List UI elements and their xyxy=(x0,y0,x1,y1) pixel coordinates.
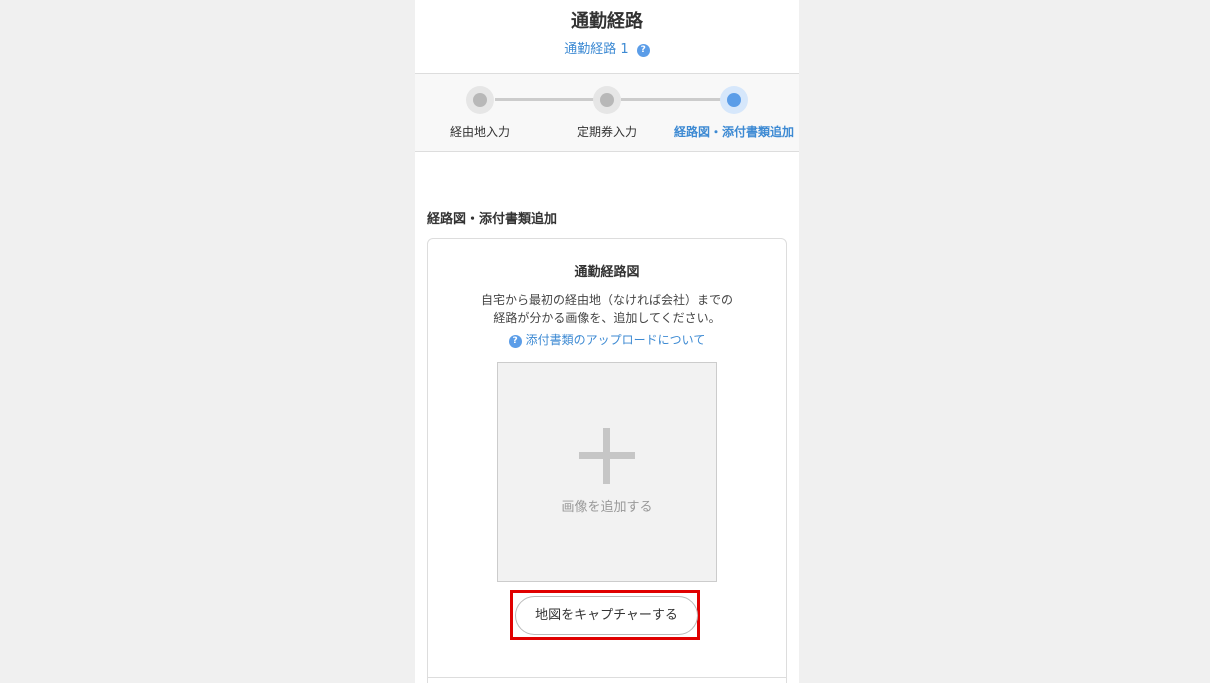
step-2-indicator xyxy=(593,86,621,114)
help-icon[interactable]: ? xyxy=(636,44,650,57)
route-subtitle: 通勤経路 1? xyxy=(415,38,799,57)
card-title: 通勤経路図 xyxy=(574,265,640,280)
route-map-card: 通勤経路図 自宅から最初の経由地（なければ会社）までの 経路が分かる画像を、追加… xyxy=(427,238,787,683)
description-line-2: 経路が分かる画像を、追加してください。 xyxy=(493,311,721,325)
step-1-indicator xyxy=(466,86,494,114)
page-header: 通勤経路 通勤経路 1? xyxy=(415,0,799,74)
capture-map-button[interactable]: 地図をキャプチャーする xyxy=(515,596,698,635)
page-title: 通勤経路 xyxy=(571,11,643,32)
app-screen: 通勤経路 通勤経路 1? 経由地入力 定期券入力 経路図・添付書類追加 経路図・… xyxy=(415,0,799,683)
progress-stepper: 経由地入力 定期券入力 経路図・添付書類追加 xyxy=(415,74,799,152)
add-image-label: 画像を追加する xyxy=(561,500,653,515)
help-icon: ? xyxy=(508,335,522,348)
route-name: 通勤経路 1 xyxy=(564,42,629,57)
description-line-1: 自宅から最初の経由地（なければ会社）までの xyxy=(480,293,733,307)
step-3-indicator xyxy=(720,86,748,114)
section-title: 経路図・添付書類追加 xyxy=(427,212,558,227)
step-connector xyxy=(495,98,595,101)
card-description: 自宅から最初の経由地（なければ会社）までの 経路が分かる画像を、追加してください… xyxy=(428,291,786,327)
upload-help-link-label: 添付書類のアップロードについて xyxy=(525,333,706,347)
upload-help-link[interactable]: ? 添付書類のアップロードについて xyxy=(428,331,786,348)
step-1-label: 経由地入力 xyxy=(449,125,510,139)
step-connector xyxy=(621,98,721,101)
step-2-label: 定期券入力 xyxy=(576,125,637,139)
add-image-button[interactable]: 画像を追加する xyxy=(497,362,717,582)
step-3-label: 経路図・添付書類追加 xyxy=(673,125,794,139)
divider xyxy=(428,677,786,678)
